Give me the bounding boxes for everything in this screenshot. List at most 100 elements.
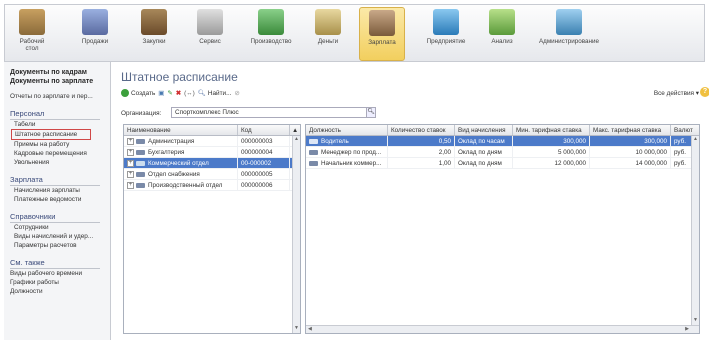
- cell-max: 14 000,000: [590, 158, 671, 168]
- column-header[interactable]: Вид начисления: [455, 125, 513, 135]
- sort-icon[interactable]: ▲: [290, 125, 300, 135]
- section-analysis[interactable]: Анализ: [485, 7, 519, 61]
- scroll-left-icon[interactable]: ◀: [308, 326, 312, 332]
- cell-max: 300,000: [590, 136, 671, 146]
- expand-icon[interactable]: +: [127, 181, 134, 189]
- search-icon: 🔍︎: [197, 90, 206, 97]
- dept-code: 000000005: [238, 169, 290, 179]
- column-header[interactable]: Код: [238, 125, 290, 135]
- cancel-search-icon[interactable]: ⊘: [234, 89, 239, 97]
- nav-item-work-time-types[interactable]: Виды рабочего времени: [10, 269, 110, 278]
- dept-name: Бухгалтерия: [148, 149, 185, 156]
- table-row[interactable]: Менеджер по прод... 2,00 Оклад по дням 5…: [306, 147, 699, 158]
- section-label: Сервис: [199, 38, 221, 45]
- column-header[interactable]: Количество ставок: [388, 125, 455, 135]
- tree-row[interactable]: + Бухгалтерия 000000004: [124, 147, 300, 158]
- nav-item-pay-sheets[interactable]: Платежные ведомости: [10, 195, 110, 204]
- sections-panel: Рабочий стол Продажи Закупки Сервис Прои…: [4, 4, 705, 62]
- table-vscrollbar[interactable]: ▲ ▼: [691, 136, 699, 325]
- departments-tree: Наименование Код ▲ + Администрация 000000…: [123, 124, 301, 334]
- nav-item-accrual-types[interactable]: Виды начислений и удер...: [10, 232, 110, 241]
- hierarchy-icon[interactable]: (↔): [184, 90, 195, 97]
- edit-icon[interactable]: ✎: [167, 89, 172, 97]
- column-header[interactable]: Валют: [671, 125, 699, 135]
- plus-icon: [121, 89, 129, 97]
- copy-icon[interactable]: ▣: [158, 89, 164, 97]
- help-icon[interactable]: ?: [700, 87, 709, 97]
- table-hscrollbar[interactable]: ◀ ▶: [306, 325, 699, 333]
- delete-icon[interactable]: ✖: [176, 89, 181, 97]
- table-header: Должность Количество ставок Вид начислен…: [306, 125, 699, 136]
- column-header[interactable]: Мин. тарифная ставка: [513, 125, 590, 135]
- section-salary[interactable]: Зарплата: [359, 7, 405, 61]
- cell-count: 1,00: [388, 158, 455, 168]
- nav-item-work-schedules[interactable]: Графики работы: [10, 278, 110, 287]
- nav-item-transfers[interactable]: Кадровые перемещения: [10, 149, 110, 158]
- main-area: Штатное расписание Создать ▣ ✎ ✖ (↔) 🔍︎ …: [117, 62, 709, 340]
- scroll-right-icon[interactable]: ▶: [685, 326, 689, 332]
- dept-code: 000000006: [238, 180, 290, 190]
- tree-row[interactable]: + Производственный отдел 000000006: [124, 180, 300, 191]
- sales-icon: [82, 9, 108, 35]
- scroll-down-icon[interactable]: ▼: [692, 317, 699, 325]
- scroll-up-icon[interactable]: ▲: [692, 136, 699, 144]
- expand-icon[interactable]: +: [127, 137, 134, 145]
- column-header[interactable]: Должность: [306, 125, 388, 135]
- nav-item-dismissals[interactable]: Увольнения: [10, 158, 110, 167]
- column-header[interactable]: Наименование: [124, 125, 238, 135]
- section-label: Предприятие: [426, 38, 466, 45]
- create-button[interactable]: Создать: [121, 89, 155, 97]
- department-icon: [136, 160, 145, 166]
- nav-group-title: Зарплата: [10, 175, 43, 184]
- cell-count: 0,50: [388, 136, 455, 146]
- section-purchases[interactable]: Закупки: [137, 7, 171, 61]
- section-sales[interactable]: Продажи: [75, 7, 115, 61]
- tree-scrollbar[interactable]: ▲ ▼: [292, 136, 300, 333]
- nav-salary-reports[interactable]: Отчеты по зарплате и пер...: [10, 92, 110, 101]
- expand-icon[interactable]: +: [127, 170, 134, 178]
- cell-min: 12 000,000: [513, 158, 590, 168]
- money-icon: [315, 9, 341, 35]
- tree-row-selected[interactable]: + Коммерческий отдел 00-000002: [124, 158, 300, 169]
- nav-salary-documents[interactable]: Документы по зарплате: [10, 77, 110, 86]
- department-icon: [136, 149, 145, 155]
- find-button[interactable]: 🔍︎ Найти...: [197, 89, 232, 98]
- section-money[interactable]: Деньги: [311, 7, 345, 61]
- nav-item-staff-schedule[interactable]: Штатное расписание: [11, 129, 91, 140]
- nav-hr-documents[interactable]: Документы по кадрам: [10, 68, 110, 77]
- table-row[interactable]: Начальник коммер... 1,00 Оклад по дням 1…: [306, 158, 699, 169]
- nav-item-accruals[interactable]: Начисления зарплаты: [10, 186, 110, 195]
- expand-icon[interactable]: +: [127, 148, 134, 156]
- positions-table: Должность Количество ставок Вид начислен…: [305, 124, 700, 334]
- dept-name: Коммерческий отдел: [148, 160, 209, 167]
- position-icon: [309, 160, 318, 166]
- nav-item-employees[interactable]: Сотрудники: [10, 223, 110, 232]
- section-desktop[interactable]: Рабочий стол: [15, 7, 49, 61]
- organization-field[interactable]: Спорткомплекс Плюс: [171, 107, 376, 118]
- org-select-button[interactable]: 🔍︎: [366, 107, 376, 118]
- scroll-down-icon[interactable]: ▼: [293, 325, 300, 333]
- factory-icon: [258, 9, 284, 35]
- section-label: Продажи: [81, 38, 109, 45]
- section-service[interactable]: Сервис: [193, 7, 227, 61]
- nav-item-hirings[interactable]: Приемы на работу: [10, 140, 110, 149]
- department-icon: [136, 138, 145, 144]
- tree-row[interactable]: + Администрация 000000003: [124, 136, 300, 147]
- position-icon: [309, 138, 318, 144]
- dept-code: 000000003: [238, 136, 290, 146]
- all-actions-menu[interactable]: Все действия ▾: [654, 89, 699, 97]
- cell-position: Менеджер по прод...: [321, 149, 382, 156]
- tree-row[interactable]: + Отдел снабжения 000000005: [124, 169, 300, 180]
- expand-icon[interactable]: +: [127, 159, 134, 167]
- section-admin[interactable]: Администрирование: [533, 7, 605, 61]
- section-enterprise[interactable]: Предприятие: [421, 7, 471, 61]
- nav-group-title: Справочники: [10, 212, 56, 221]
- column-header[interactable]: Макс. тарифная ставка: [590, 125, 671, 135]
- nav-item-positions[interactable]: Должности: [10, 287, 110, 296]
- scroll-up-icon[interactable]: ▲: [293, 136, 300, 144]
- nav-item-timesheets[interactable]: Табели: [10, 120, 110, 129]
- nav-item-calc-params[interactable]: Параметры расчетов: [10, 241, 110, 250]
- table-row-selected[interactable]: Водитель 0,50 Оклад по часам 300,000 300…: [306, 136, 699, 147]
- section-production[interactable]: Производство: [245, 7, 297, 61]
- section-label: Зарплата: [368, 39, 396, 46]
